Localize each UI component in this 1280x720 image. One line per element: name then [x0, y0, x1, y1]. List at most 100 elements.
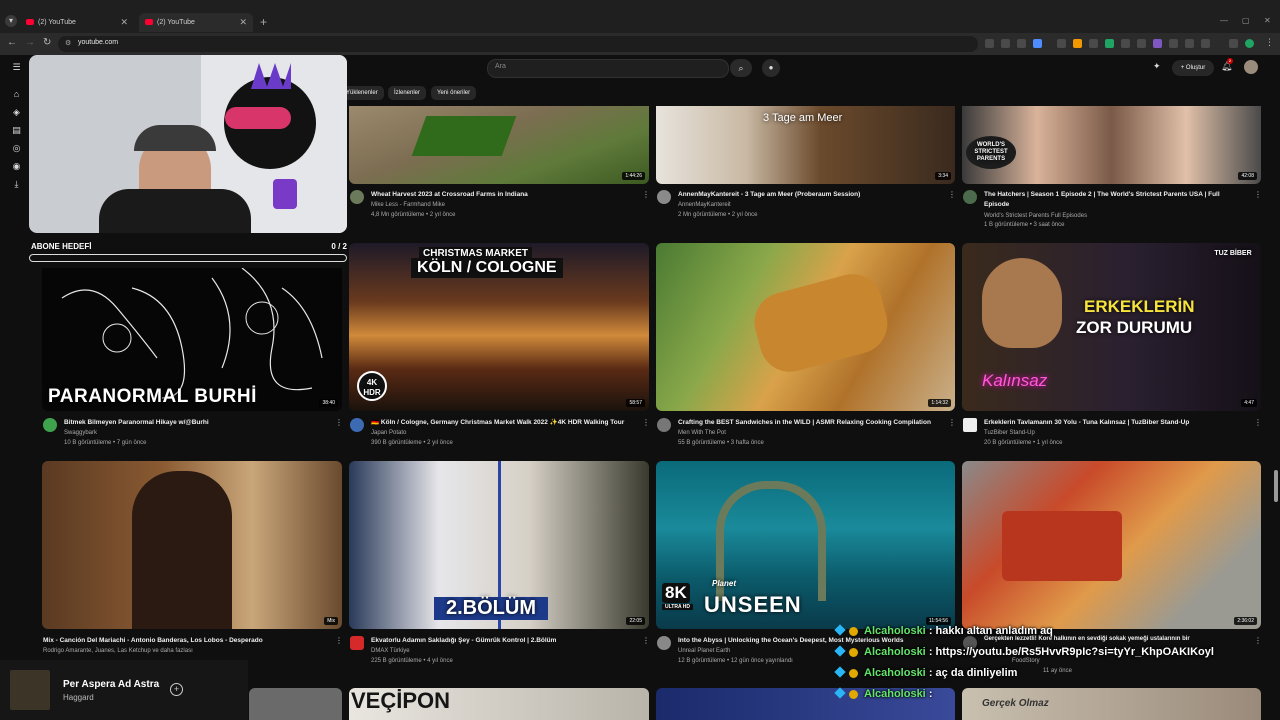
add-to-library-icon[interactable]: + [170, 683, 183, 696]
channel-name[interactable]: DMAX Türkiye [371, 647, 410, 655]
extension-icon[interactable] [1121, 39, 1130, 48]
channel-avatar[interactable] [657, 190, 671, 204]
new-tab-button[interactable]: + [260, 13, 267, 32]
video-title[interactable]: Ekvatorlu Adamın Sakladığı Şey - Gümrük … [371, 636, 636, 645]
more-options-icon[interactable]: ⋮ [1254, 637, 1262, 645]
video-title[interactable]: Wheat Harvest 2023 at Crossroad Farms in… [371, 190, 636, 199]
extension-icon[interactable] [1153, 39, 1162, 48]
extension-icon[interactable] [1169, 39, 1178, 48]
extension-icon[interactable] [1017, 39, 1026, 48]
forward-icon[interactable]: → [25, 37, 35, 48]
close-window-icon[interactable]: ✕ [1264, 16, 1271, 25]
back-icon[interactable]: ← [7, 37, 17, 48]
chip-new-recommendations[interactable]: Yeni öneriler [431, 86, 477, 100]
video-thumbnail-desperado-mix[interactable]: Mix [42, 461, 342, 629]
video-thumbnail-3-tage-am-meer[interactable]: 3 Tage am Meer 3:34 [656, 106, 955, 184]
profile-icon[interactable] [1229, 39, 1238, 48]
video-thumbnail-gumruk-kontrol[interactable]: 2.BÖLÜM 22:05 [349, 461, 649, 629]
channel-name[interactable]: TuzBiber Stand-Up [984, 429, 1035, 437]
maximize-icon[interactable]: ▢ [1242, 16, 1250, 25]
video-thumbnail-paranormal-burhi[interactable]: PARANORMAL BURHİ 38:40 [42, 268, 342, 411]
create-button[interactable]: + Oluştur [1172, 60, 1214, 76]
browser-menu-icon[interactable]: ⋮ [1265, 37, 1274, 48]
channel-avatar[interactable] [657, 418, 671, 432]
extension-icon[interactable] [1089, 39, 1098, 48]
video-thumbnail-koln-christmas-market[interactable]: CHRISTMAS MARKET KÖLN / COLOGNE 4K HDR 5… [349, 243, 649, 411]
browser-tab-1[interactable]: (2) YouTube ✕ [20, 13, 134, 32]
hamburger-menu-icon[interactable]: ☰ [11, 62, 22, 73]
chip-uploads[interactable]: Yüklenenler [343, 86, 384, 100]
video-title[interactable]: Into the Abyss | Unlocking the Ocean's D… [678, 636, 933, 645]
extension-icon[interactable] [1001, 39, 1010, 48]
close-tab-icon[interactable]: ✕ [239, 13, 247, 32]
video-thumbnail-strictest-parents[interactable]: WORLD'S STRICTEST PARENTS 42:08 [962, 106, 1261, 184]
browser-tab-2[interactable]: (2) YouTube ✕ [139, 13, 253, 32]
video-thumbnail-korean-street-food[interactable]: 2:36:02 [962, 461, 1261, 629]
profile-avatar-icon[interactable] [1245, 39, 1254, 48]
channel-name[interactable]: AnnenMayKantereit [678, 201, 731, 209]
video-title[interactable]: 🇩🇪 Köln / Cologne, Germany Christmas Mar… [371, 418, 636, 427]
extension-icon[interactable] [1105, 39, 1114, 48]
account-avatar[interactable] [1244, 60, 1258, 74]
you-icon[interactable]: ◉ [11, 161, 22, 172]
channel-avatar[interactable] [350, 418, 364, 432]
video-title[interactable]: The Hatchers | Season 1 Episode 2 | The … [984, 190, 1249, 199]
channel-name[interactable]: Unreal Planet Earth [678, 647, 730, 655]
address-bar[interactable]: ⚙ youtube.com [58, 36, 978, 52]
video-thumbnail-partial[interactable] [249, 688, 342, 720]
tab-search-icon[interactable]: ▾ [5, 15, 17, 27]
site-info-icon[interactable]: ⚙ [65, 39, 71, 47]
minimize-icon[interactable]: — [1220, 16, 1228, 25]
more-options-icon[interactable]: ⋮ [1254, 191, 1262, 199]
subscriptions-icon[interactable]: ▤ [11, 125, 22, 136]
channel-name[interactable]: Men With The Pot [678, 429, 726, 437]
more-options-icon[interactable]: ⋮ [642, 419, 650, 427]
home-icon[interactable]: ⌂ [11, 89, 22, 100]
video-title[interactable]: Bitmek Bilmeyen Paranormal Hikaye w/@Bur… [64, 418, 329, 427]
extensions-puzzle-icon[interactable] [1201, 39, 1210, 48]
video-title[interactable]: Crafting the BEST Sandwiches in the WILD… [678, 418, 943, 427]
bookmark-star-icon[interactable] [1033, 39, 1042, 48]
channel-avatar[interactable] [350, 190, 364, 204]
channel-name[interactable]: Japan Potato [371, 429, 406, 437]
explore-icon[interactable]: ◎ [11, 143, 22, 154]
shorts-icon[interactable]: ◈ [11, 107, 22, 118]
search-input[interactable]: Ara [487, 59, 729, 78]
video-thumbnail-wheat-harvest[interactable]: 1:44:26 [349, 106, 649, 184]
video-thumbnail-wild-sandwiches[interactable]: 1:14:32 [656, 243, 955, 411]
video-thumbnail-into-the-abyss[interactable]: 8K ULTRA HD Planet UNSEEN 11:54:56 [656, 461, 955, 629]
more-options-icon[interactable]: ⋮ [948, 191, 956, 199]
voice-search-button[interactable]: ● [762, 59, 780, 77]
reload-icon[interactable]: ↻ [43, 37, 51, 48]
video-title-line2[interactable]: Episode [984, 200, 1249, 209]
video-title[interactable]: Erkeklerin Tavlamanın 30 Yolu - Tuna Kal… [984, 418, 1249, 427]
video-thumbnail-vechipon[interactable]: VEÇİPON [349, 688, 649, 720]
extension-icon[interactable] [1057, 39, 1066, 48]
channel-name[interactable]: FoodStory [1012, 657, 1040, 665]
extension-icon[interactable] [1185, 39, 1194, 48]
video-title[interactable]: Mix - Canción Del Mariachi - Antonio Ban… [43, 636, 333, 645]
extension-icon[interactable] [985, 39, 994, 48]
channel-avatar[interactable] [350, 636, 364, 650]
more-options-icon[interactable]: ⋮ [335, 637, 343, 645]
downloads-icon[interactable]: ⤓ [11, 179, 22, 190]
more-options-icon[interactable]: ⋮ [642, 637, 650, 645]
search-button[interactable]: ⌕ [730, 59, 752, 77]
video-title[interactable]: AnnenMayKantereit - 3 Tage am Meer (Prob… [678, 190, 943, 199]
channel-avatar[interactable] [657, 636, 671, 650]
channel-name[interactable]: Swaggybark [64, 429, 97, 437]
channel-name[interactable]: World's Strictest Parents Full Episodes [984, 212, 1087, 220]
extension-icon[interactable] [1137, 39, 1146, 48]
page-scrollbar-thumb[interactable] [1274, 470, 1278, 502]
channel-name[interactable]: Mike Less - Farmhand Mike [371, 201, 445, 209]
close-tab-icon[interactable]: ✕ [120, 13, 128, 32]
more-options-icon[interactable]: ⋮ [948, 419, 956, 427]
more-options-icon[interactable]: ⋮ [642, 191, 650, 199]
chip-watched[interactable]: İzlenenler [388, 86, 427, 100]
extension-icon[interactable] [1073, 39, 1082, 48]
channel-avatar[interactable] [43, 418, 57, 432]
more-options-icon[interactable]: ⋮ [1254, 419, 1262, 427]
more-options-icon[interactable]: ⋮ [335, 419, 343, 427]
notifications-bell-icon[interactable]: 🔔︎ 2 [1221, 58, 1233, 72]
video-thumbnail-erkeklerin-zor-durumu[interactable]: ERKEKLERİN ZOR DURUMU Kalınsaz TUZ BİBER… [962, 243, 1261, 411]
